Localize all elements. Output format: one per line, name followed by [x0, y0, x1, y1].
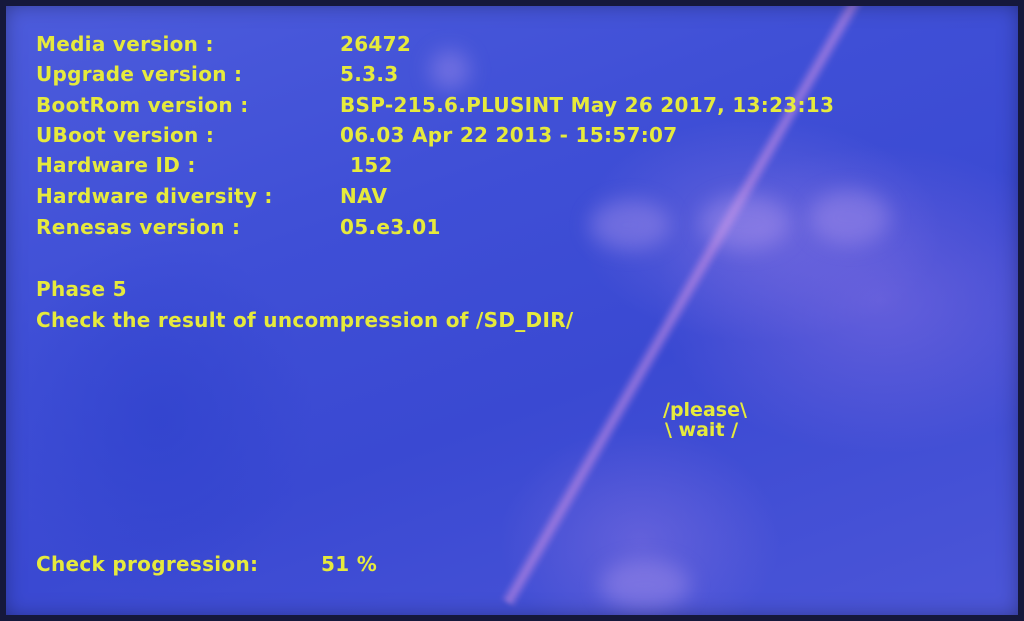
please-wait-line-1: /please\: [663, 399, 747, 421]
info-value: 26472: [340, 32, 412, 56]
phase-title: Phase 5: [36, 277, 127, 301]
please-wait-indicator: /please\ \ wait /: [663, 398, 783, 446]
info-row-hardware-diversity: Hardware diversity : NAV: [36, 184, 936, 208]
info-label: Hardware ID :: [36, 153, 196, 177]
info-label: Renesas version :: [36, 215, 241, 239]
info-row-media-version: Media version : 26472: [36, 32, 936, 56]
info-value: 05.e3.01: [340, 215, 441, 239]
info-value: BSP-215.6.PLUSINT May 26 2017, 13:23:13: [340, 93, 835, 117]
info-value: 06.03 Apr 22 2013 - 15:57:07: [340, 123, 678, 147]
progress-label: Check progression:: [36, 552, 259, 576]
progress-value: 51 %: [321, 552, 378, 576]
info-label: Hardware diversity :: [36, 184, 273, 208]
info-label: UBoot version :: [36, 123, 215, 147]
light-streak: [500, 0, 896, 608]
phase-message: Check the result of uncompression of /SD…: [36, 308, 574, 332]
info-value: 5.3.3: [340, 62, 399, 86]
info-row-upgrade-version: Upgrade version : 5.3.3: [36, 62, 936, 86]
glare-blob: [600, 560, 690, 610]
please-wait-line-2: \ wait /: [665, 419, 739, 441]
info-label: Upgrade version :: [36, 62, 243, 86]
info-value: NAV: [340, 184, 388, 208]
info-value: 152: [350, 153, 393, 177]
info-row-renesas-version: Renesas version : 05.e3.01: [36, 215, 936, 239]
upgrade-screen: Media version : 26472 Upgrade version : …: [0, 0, 1024, 621]
info-label: Media version :: [36, 32, 214, 56]
info-row-hardware-id: Hardware ID : 152: [36, 153, 936, 177]
info-label: BootRom version :: [36, 93, 249, 117]
info-row-uboot-version: UBoot version : 06.03 Apr 22 2013 - 15:5…: [36, 123, 936, 147]
info-row-bootrom-version: BootRom version : BSP-215.6.PLUSINT May …: [36, 93, 936, 117]
